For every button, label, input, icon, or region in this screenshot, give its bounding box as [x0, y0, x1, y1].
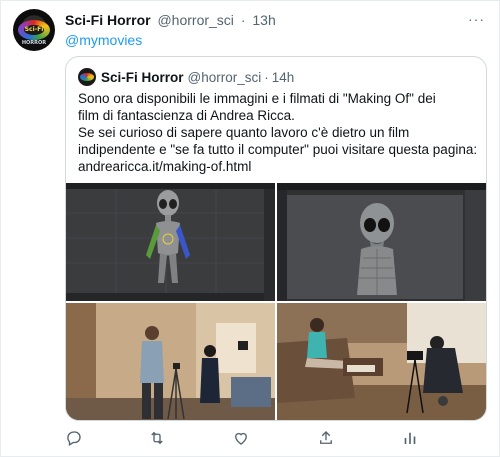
quoted-time: 14h: [271, 69, 295, 85]
media-image-behind-scenes-filming[interactable]: [277, 303, 486, 420]
retweet-icon[interactable]: [148, 429, 168, 449]
author-handle[interactable]: @horror_sci: [157, 12, 233, 28]
analytics-icon[interactable]: [401, 429, 421, 449]
media-image-behind-scenes-set[interactable]: [66, 303, 275, 420]
author-name[interactable]: Sci-Fi Horror: [65, 12, 151, 28]
quoted-author-name: Sci-Fi Horror: [101, 69, 184, 85]
quoted-tweet[interactable]: Sci-Fi Horror @horror_sci · 14h Sono ora…: [65, 56, 487, 421]
media-image-alien-textured[interactable]: [277, 183, 486, 301]
quoted-tweet-header: Sci-Fi Horror @horror_sci · 14h: [78, 68, 294, 86]
quoted-text-line: Se sei curioso di sapere quanto lavoro c…: [78, 125, 410, 140]
avatar-logo-subtext: HORROR: [21, 40, 47, 46]
share-icon[interactable]: [317, 429, 337, 449]
avatar-logo-text: Sci-Fi: [24, 26, 44, 33]
reply-icon[interactable]: [65, 429, 85, 449]
tweet-actions: [65, 429, 425, 449]
more-options-button[interactable]: ···: [468, 11, 485, 27]
quoted-tweet-text: Sono ora disponibili le immagini e i fil…: [78, 90, 478, 175]
quoted-author-handle: @horror_sci: [187, 69, 262, 85]
quoted-separator: ·: [264, 69, 269, 85]
tweet-time[interactable]: 13h: [252, 12, 275, 28]
quoted-text-link[interactable]: andrearicca.it/making-of.html: [78, 158, 478, 175]
media-grid: [66, 183, 486, 420]
tweet[interactable]: Sci-Fi HORROR Sci-Fi Horror @horror_sci …: [0, 0, 500, 457]
avatar[interactable]: Sci-Fi HORROR: [13, 9, 55, 51]
separator: ·: [240, 12, 246, 28]
like-icon[interactable]: [232, 429, 252, 449]
quoted-avatar: [78, 68, 96, 86]
media-image-alien-rig[interactable]: [66, 183, 275, 301]
quoted-text-line: indipendente e "se fa tutto il computer"…: [78, 142, 478, 157]
quoted-text-line: film di fantascienza di Andrea Ricca.: [78, 108, 295, 123]
reply-mention-link[interactable]: @mymovies: [65, 32, 142, 49]
quoted-text-line: Sono ora disponibili le immagini e i fil…: [78, 91, 436, 106]
tweet-header: Sci-Fi Horror @horror_sci · 13h: [65, 12, 276, 29]
